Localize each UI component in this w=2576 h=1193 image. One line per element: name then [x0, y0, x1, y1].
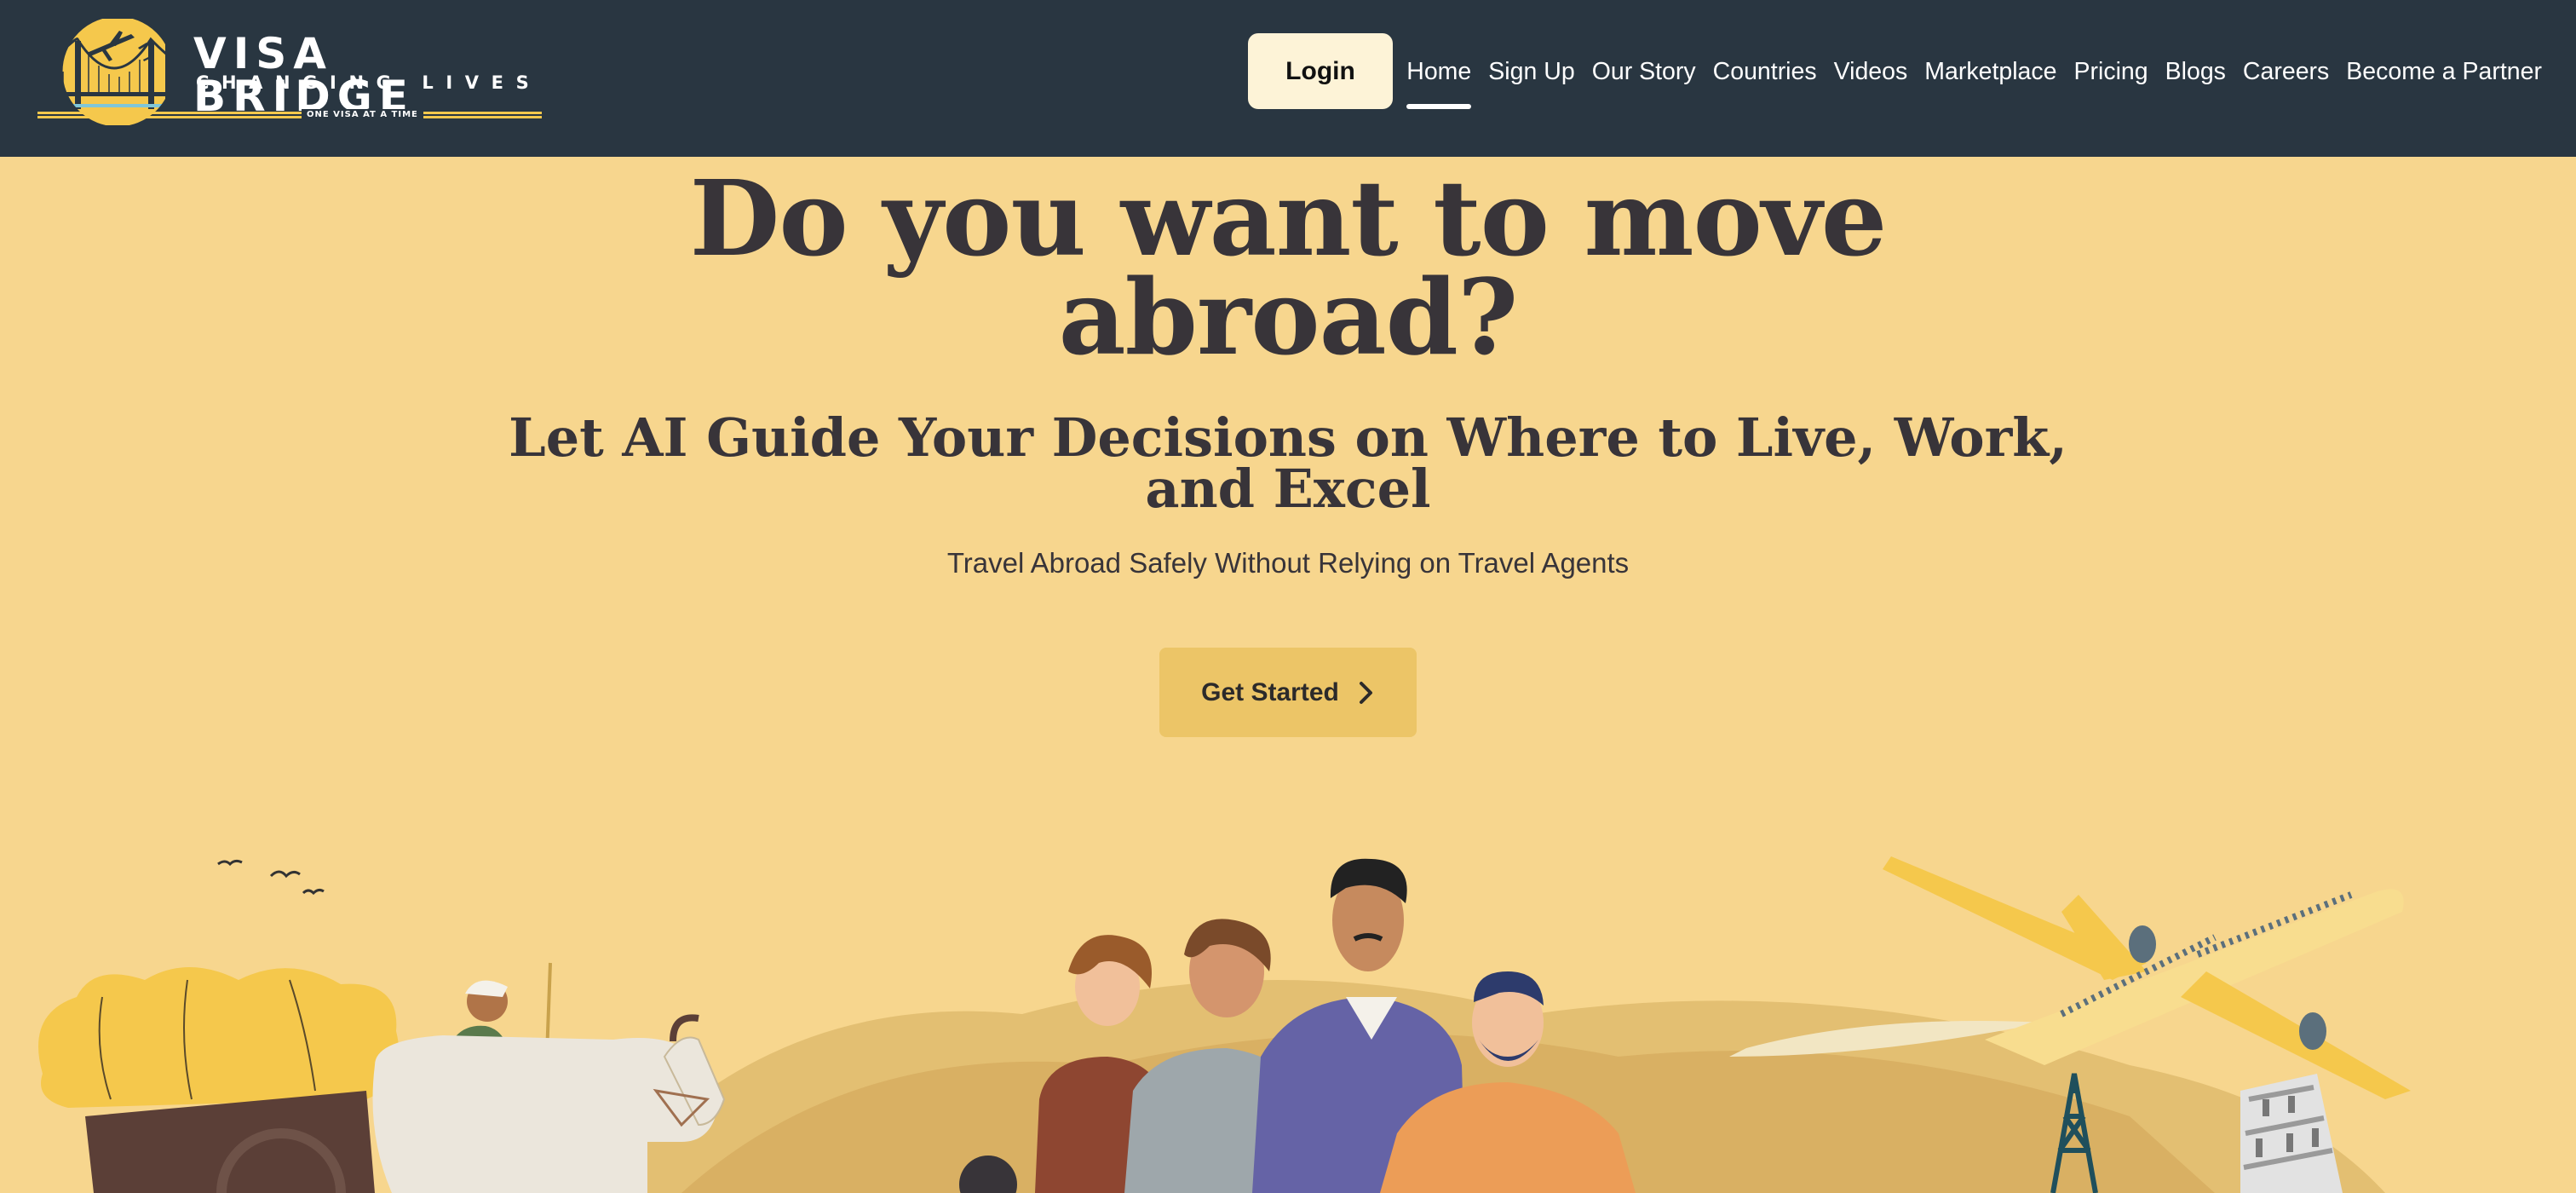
visa-bridge-logo[interactable]: VISA BRIDGE CHANGING LIVES ONE VISA AT A… — [37, 19, 549, 125]
hero-tagline: Travel Abroad Safely Without Relying on … — [946, 547, 1630, 579]
logo-underline — [37, 112, 542, 118]
nav-item-marketplace[interactable]: Marketplace — [1924, 53, 2056, 90]
hero-subtitle: Let AI Guide Your Decisions on Where to … — [509, 406, 2067, 520]
nav-item-sign-up[interactable]: Sign Up — [1488, 53, 1574, 90]
hero-title-line-2: abroad? — [1058, 256, 1519, 378]
brand-tagline: ONE VISA AT A TIME — [302, 109, 423, 121]
nav-item-our-story[interactable]: Our Story — [1592, 53, 1696, 90]
main-nav: Home Sign Up Our Story Countries Videos … — [1406, 53, 2542, 109]
bridge-emblem-icon — [60, 19, 165, 125]
nav-item-become-a-partner[interactable]: Become a Partner — [2346, 53, 2542, 90]
top-navigation-bar: VISA BRIDGE CHANGING LIVES ONE VISA AT A… — [0, 0, 2576, 157]
hero-illustration — [38, 856, 2411, 1193]
birds-icon — [217, 859, 325, 896]
hay-cart-icon — [38, 967, 400, 1193]
nav-item-home[interactable]: Home — [1406, 53, 1472, 109]
hero-title: Do you want to move abroad? — [0, 166, 2576, 369]
leaning-tower-icon — [2240, 1074, 2343, 1193]
login-button[interactable]: Login — [1248, 33, 1393, 109]
nav-item-pricing[interactable]: Pricing — [2074, 53, 2148, 90]
get-started-label: Get Started — [1201, 677, 1339, 706]
nav-item-countries[interactable]: Countries — [1713, 53, 1817, 90]
nav-item-careers[interactable]: Careers — [2243, 53, 2329, 90]
nav-item-blogs[interactable]: Blogs — [2165, 53, 2226, 90]
nav-item-videos[interactable]: Videos — [1834, 53, 1908, 90]
get-started-button[interactable]: Get Started — [1159, 648, 1417, 737]
brand-subtitle: CHANGING LIVES — [196, 72, 542, 93]
chevron-right-icon — [1359, 681, 1372, 704]
